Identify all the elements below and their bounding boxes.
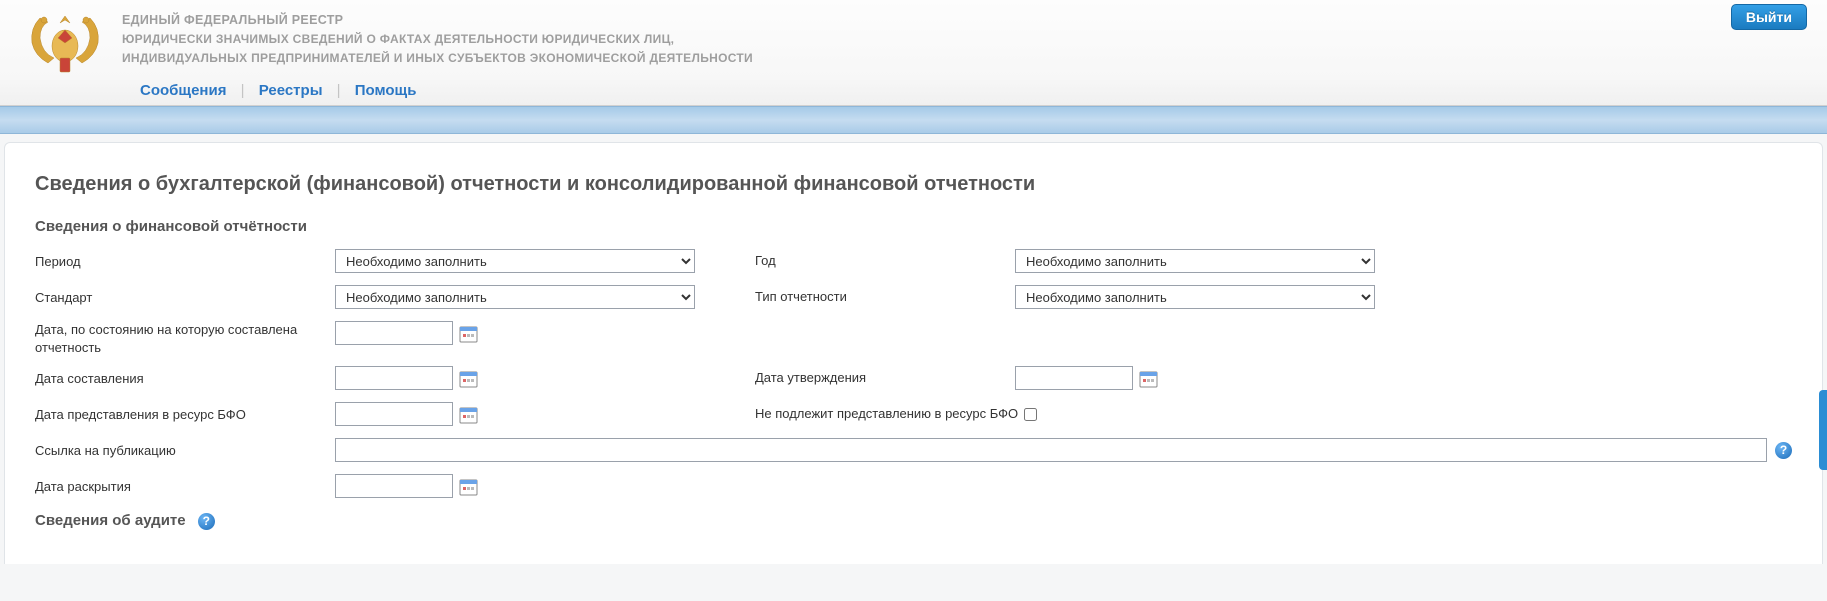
date-bfo-label: Дата представления в ресурс БФО (35, 402, 335, 424)
period-label: Период (35, 249, 335, 271)
not-bfo-checkbox[interactable] (1024, 408, 1037, 421)
site-title-line1: Единый федеральный реестр (122, 10, 753, 30)
nav-registries[interactable]: Реестры (249, 82, 333, 99)
content: Сведения о бухгалтерской (финансовой) от… (4, 142, 1823, 564)
date-approved-input[interactable] (1015, 366, 1133, 390)
page-title: Сведения о бухгалтерской (финансовой) от… (35, 173, 1792, 196)
site-title-line2: юридически значимых сведений о фактах де… (122, 30, 753, 49)
date-disclosure-label: Дата раскрытия (35, 474, 335, 496)
help-icon[interactable]: ? (198, 513, 215, 530)
nav-messages[interactable]: Сообщения (130, 82, 236, 99)
nav-help[interactable]: Помощь (345, 82, 427, 99)
blue-strip (0, 106, 1827, 134)
date-bfo-input[interactable] (335, 402, 453, 426)
date-compiled-input[interactable] (335, 366, 453, 390)
header: Единый федеральный реестр юридически зна… (0, 0, 1827, 106)
report-type-select[interactable]: Необходимо заполнить (1015, 285, 1375, 309)
pub-link-label: Ссылка на публикацию (35, 438, 335, 460)
pub-link-input[interactable] (335, 438, 1767, 462)
not-bfo-label: Не подлежит представлению в ресурс БФО (755, 402, 1051, 421)
date-state-label: Дата, по состоянию на которую составлена… (35, 321, 335, 356)
date-disclosure-input[interactable] (335, 474, 453, 498)
side-tab[interactable] (1819, 390, 1827, 470)
standard-select[interactable]: Необходимо заполнить (335, 285, 695, 309)
site-logo (20, 8, 110, 78)
site-title-block: Единый федеральный реестр юридически зна… (122, 8, 753, 68)
standard-label: Стандарт (35, 285, 335, 307)
site-title-line3: индивидуальных предпринимателей и иных с… (122, 49, 753, 68)
year-label: Год (755, 249, 1015, 268)
section-financial: Сведения о финансовой отчётности (35, 218, 1792, 235)
help-icon[interactable]: ? (1775, 442, 1792, 459)
calendar-icon[interactable] (459, 477, 478, 496)
calendar-icon[interactable] (1139, 369, 1158, 388)
period-select[interactable]: Необходимо заполнить (335, 249, 695, 273)
calendar-icon[interactable] (459, 369, 478, 388)
calendar-icon[interactable] (459, 324, 478, 343)
year-select[interactable]: Необходимо заполнить (1015, 249, 1375, 273)
date-approved-label: Дата утверждения (755, 366, 1015, 385)
calendar-icon[interactable] (459, 405, 478, 424)
logout-button[interactable]: Выйти (1731, 4, 1807, 30)
date-state-input[interactable] (335, 321, 453, 345)
report-type-label: Тип отчетности (755, 285, 1015, 304)
section-audit: Сведения об аудите ? (35, 512, 1792, 530)
date-compiled-label: Дата составления (35, 366, 335, 388)
main-nav: Сообщения | Реестры | Помощь (0, 78, 1827, 105)
